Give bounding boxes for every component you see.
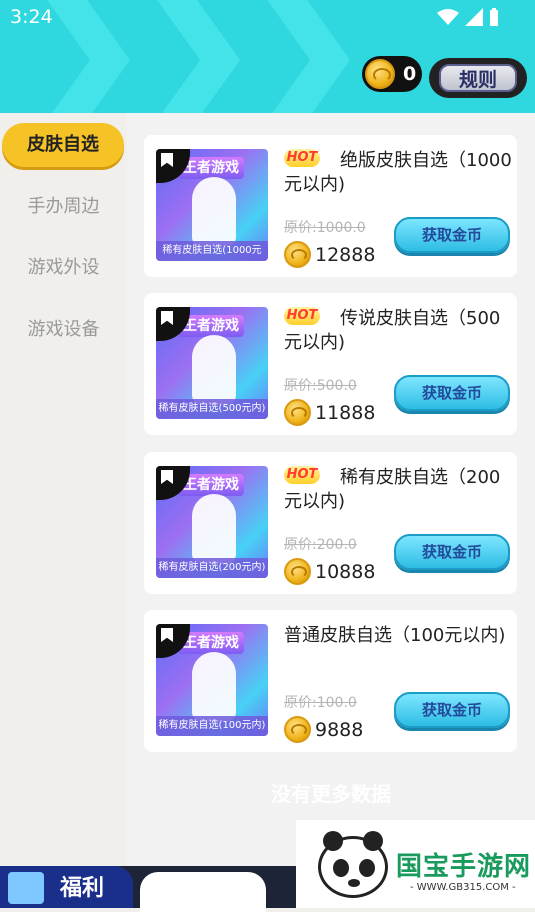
product-card[interactable]: 王者游戏 稀有皮肤自选(200元内) HOT 稀有皮肤自选（200元以内) 原价… (144, 452, 517, 594)
panda-logo-icon (318, 831, 388, 898)
bookmark-icon (161, 153, 173, 167)
thumb-caption: 稀有皮肤自选(500元内) (156, 399, 268, 419)
bookmark-icon (161, 311, 173, 325)
coin-icon (365, 59, 395, 89)
product-card[interactable]: 王者游戏 稀有皮肤自选(1000元内) HOT 绝版皮肤自选（1000元以内) … (144, 135, 517, 277)
coin-price-value: 9888 (315, 718, 364, 741)
sidebar-item-devices[interactable]: 游戏设备 (0, 308, 127, 352)
rules-button[interactable]: 规则 (429, 58, 527, 98)
product-title: 普通皮肤自选（100元以内) (284, 625, 506, 646)
coin-balance: 0 (362, 56, 422, 92)
coin-price: 10888 (284, 558, 375, 585)
product-title: 稀有皮肤自选（200元以内) (284, 467, 501, 512)
coin-icon (284, 399, 311, 426)
product-title: 传说皮肤自选（500元以内) (284, 308, 501, 353)
bookmark-icon (161, 470, 173, 484)
original-price: 原价:100.0 (284, 695, 357, 711)
wifi-icon (437, 9, 459, 25)
sidebar-item-figures[interactable]: 手办周边 (0, 185, 127, 229)
coin-count: 0 (403, 63, 417, 85)
product-image: 王者游戏 稀有皮肤自选(500元内) (156, 307, 268, 419)
thumb-caption: 稀有皮肤自选(200元内) (156, 558, 268, 578)
welfare-label: 福利 (60, 876, 105, 901)
chevron-decor-icon (47, 0, 130, 113)
original-price: 原价:200.0 (284, 537, 357, 553)
coin-price-value: 11888 (315, 401, 376, 424)
coin-price: 11888 (284, 399, 375, 426)
original-price: 原价:1000.0 (284, 220, 366, 236)
rules-label: 规则 (439, 64, 517, 92)
coin-price: 12888 (284, 241, 375, 268)
gift-icon (8, 872, 44, 904)
get-coins-button[interactable]: 获取金币 (394, 692, 510, 728)
thumb-caption: 稀有皮肤自选(1000元内) (156, 241, 268, 261)
category-sidebar: 皮肤自选 手办周边 游戏外设 游戏设备 (0, 113, 127, 908)
product-image: 王者游戏 稀有皮肤自选(100元内) (156, 624, 268, 736)
status-time: 3:24 (10, 6, 53, 28)
get-coins-button[interactable]: 获取金币 (394, 534, 510, 570)
original-price: 原价:500.0 (284, 378, 357, 394)
character-silhouette (192, 652, 236, 722)
chevron-decor-icon (267, 0, 350, 113)
coin-icon (284, 716, 311, 743)
product-title: 绝版皮肤自选（1000元以内) (284, 150, 512, 195)
sidebar-item-peripherals[interactable]: 游戏外设 (0, 246, 127, 290)
bottom-tab[interactable] (140, 872, 266, 912)
get-coins-button[interactable]: 获取金币 (394, 217, 510, 253)
coin-price-value: 12888 (315, 243, 376, 266)
product-image: 王者游戏 稀有皮肤自选(200元内) (156, 466, 268, 578)
sidebar-item-skin[interactable]: 皮肤自选 (2, 123, 124, 167)
signal-icon (465, 8, 483, 26)
character-silhouette (192, 177, 236, 247)
product-image: 王者游戏 稀有皮肤自选(1000元内) (156, 149, 268, 261)
watermark-brand: 国宝手游网 (396, 852, 532, 882)
character-silhouette (192, 335, 236, 405)
product-card[interactable]: 王者游戏 稀有皮肤自选(100元内) 普通皮肤自选（100元以内) 原价:100… (144, 610, 517, 752)
coin-price: 9888 (284, 716, 363, 743)
coin-icon (284, 558, 311, 585)
chevron-decor-icon (157, 0, 240, 113)
coin-icon (284, 241, 311, 268)
get-coins-button[interactable]: 获取金币 (394, 375, 510, 411)
watermark-url: - WWW.GB315.COM - (410, 882, 516, 893)
no-more-data-text: 没有更多数据 (271, 782, 391, 806)
battery-icon (490, 8, 498, 26)
header: 3:24 0 规则 (0, 0, 535, 113)
coin-price-value: 10888 (315, 560, 376, 583)
thumb-caption: 稀有皮肤自选(100元内) (156, 716, 268, 736)
product-card[interactable]: 王者游戏 稀有皮肤自选(500元内) HOT 传说皮肤自选（500元以内) 原价… (144, 293, 517, 435)
character-silhouette (192, 494, 236, 564)
bookmark-icon (161, 628, 173, 642)
status-icons (437, 8, 499, 26)
